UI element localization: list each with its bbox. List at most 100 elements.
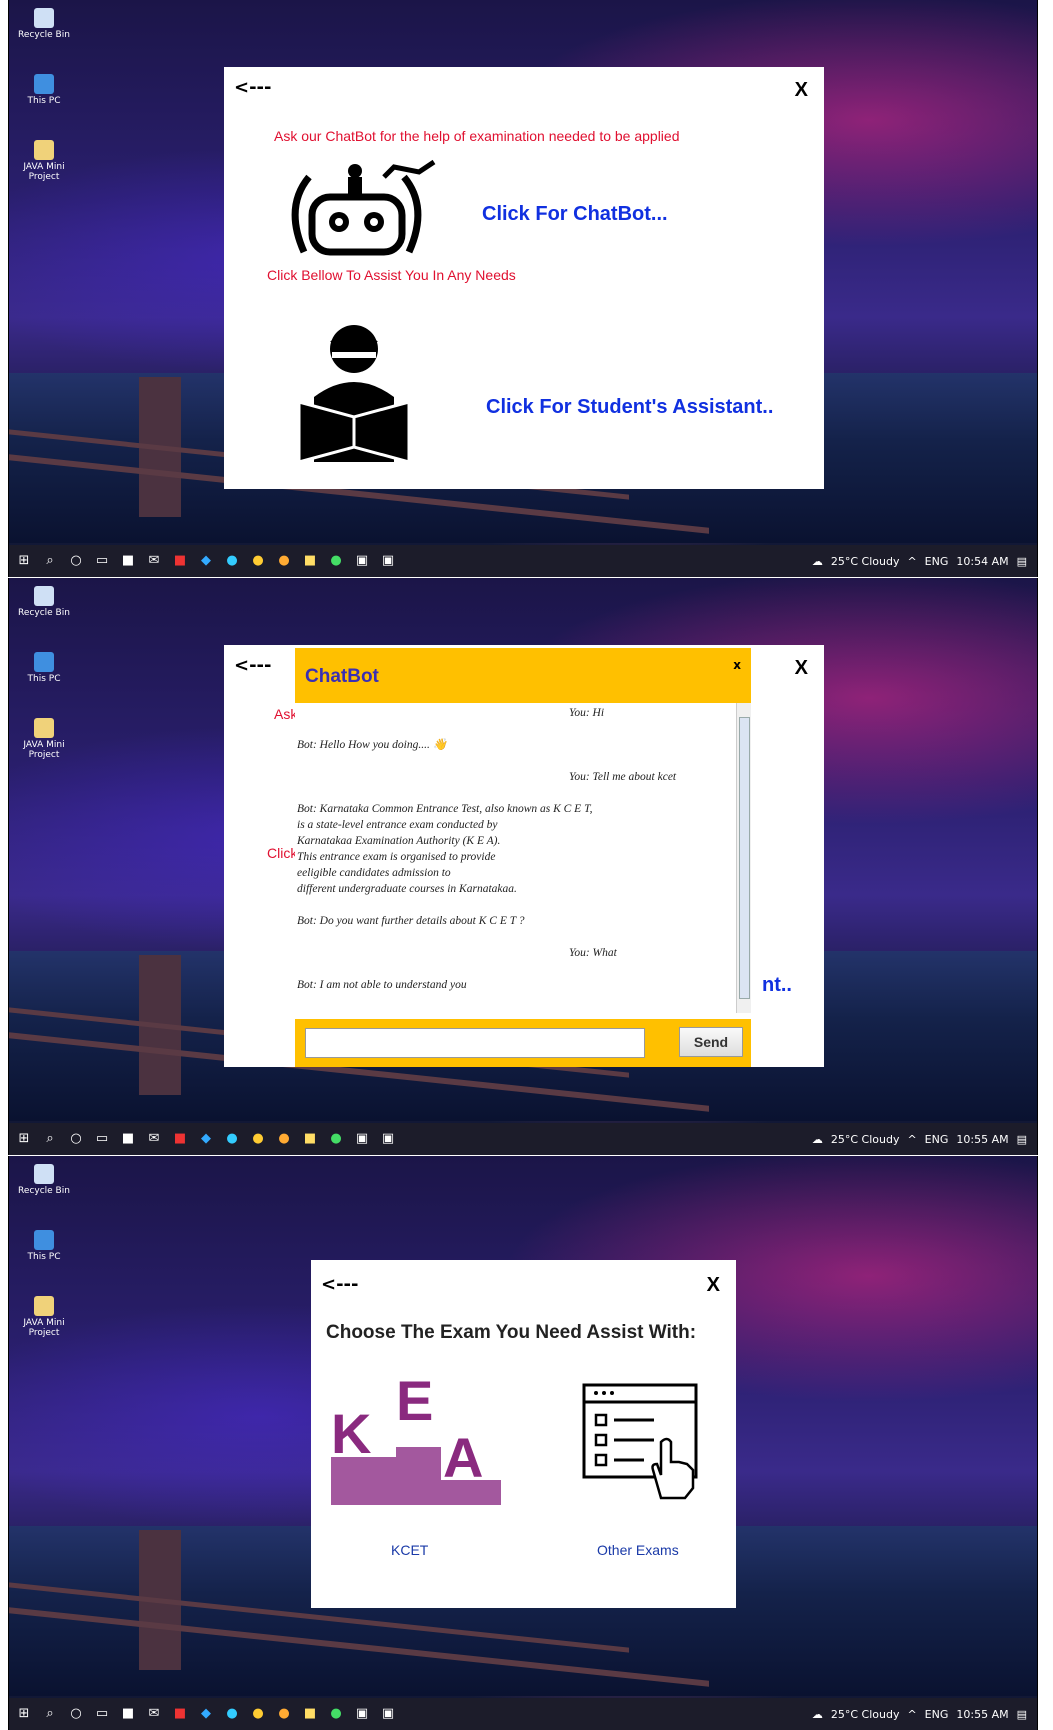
desktop-screen-2: Recycle Bin This PC JAVA Mini Project <-… [8,578,1038,1155]
whatsapp-icon[interactable]: ● [329,554,343,568]
back-button[interactable]: <--- [321,1274,359,1295]
chrome-icon[interactable]: ● [251,1707,265,1721]
chrome-icon[interactable]: ● [251,1132,265,1146]
vscode-icon[interactable]: ◆ [199,1707,213,1721]
store-icon[interactable]: ■ [121,1707,135,1721]
close-button[interactable]: X [707,1274,720,1297]
edge-icon[interactable]: ● [225,1132,239,1146]
vscode-icon[interactable]: ◆ [199,554,213,568]
chevron-up-icon[interactable]: ^ [907,555,916,568]
chat-input[interactable] [305,1028,645,1058]
search-icon[interactable]: ⌕ [43,1707,57,1721]
close-button[interactable]: X [795,657,808,680]
chevron-up-icon[interactable]: ^ [907,1708,916,1721]
search-icon[interactable]: ⌕ [43,554,57,568]
robot-icon[interactable] [284,157,444,257]
student-reading-icon[interactable] [294,317,414,467]
windows-start-icon[interactable]: ⊞ [17,1707,31,1721]
store-icon[interactable]: ■ [121,554,135,568]
close-button[interactable]: X [795,79,808,102]
back-button[interactable]: <--- [234,77,272,98]
taskbar: ⊞ ⌕ ○ ▭ ■ ✉ ■ ◆ ● ● ● ■ ● ▣ ▣ ☁ 25°C Clo… [9,1698,1037,1730]
cortana-icon[interactable]: ○ [69,1132,83,1146]
checklist-touch-icon[interactable] [579,1380,704,1505]
notification-icon[interactable]: ▤ [1017,1708,1027,1721]
task-view-icon[interactable]: ▭ [95,554,109,568]
office-icon[interactable]: ■ [173,1132,187,1146]
whatsapp-icon[interactable]: ● [329,1707,343,1721]
folder-icon[interactable]: ■ [303,1707,317,1721]
send-button[interactable]: Send [679,1027,743,1057]
windows-start-icon[interactable]: ⊞ [17,554,31,568]
chrome-icon[interactable]: ● [251,554,265,568]
chatbot-window: ChatBot x You: Hi Bot: Hello How you doi… [295,648,751,1067]
task-view-icon[interactable]: ▭ [95,1132,109,1146]
app-icon[interactable]: ● [277,554,291,568]
student-assistant-link[interactable]: Click For Student's Assistant.. [486,396,773,419]
app-icon[interactable]: ▣ [355,1707,369,1721]
desktop-icon-this-pc[interactable]: This PC [13,74,75,106]
chevron-up-icon[interactable]: ^ [907,1133,916,1146]
exam-chooser-title: Choose The Exam You Need Assist With: [326,1322,697,1343]
weather-icon[interactable]: ☁ [812,555,823,568]
weather-text[interactable]: 25°C Cloudy [831,1133,900,1146]
weather-text[interactable]: 25°C Cloudy [831,555,900,568]
student-assistant-link-partial[interactable]: nt.. [762,974,792,997]
taskbar-apps: ⊞ ⌕ ○ ▭ ■ ✉ ■ ◆ ● ● ● ■ ● ▣ ▣ [17,1707,395,1721]
app-icon[interactable]: ▣ [381,1707,395,1721]
notification-icon[interactable]: ▤ [1017,555,1027,568]
edge-icon[interactable]: ● [225,554,239,568]
clock[interactable]: 10:54 AM [956,555,1008,568]
computer-icon [34,652,54,672]
desktop-icon-recycle-bin[interactable]: Recycle Bin [13,8,75,40]
store-icon[interactable]: ■ [121,1132,135,1146]
chatbot-close-button[interactable]: x [733,658,741,672]
cortana-icon[interactable]: ○ [69,554,83,568]
cortana-icon[interactable]: ○ [69,1707,83,1721]
mail-icon[interactable]: ✉ [147,554,161,568]
scrollbar-thumb[interactable] [739,717,750,999]
desktop-screen-1: Recycle Bin This PC JAVA Mini Project <-… [8,0,1038,577]
mail-icon[interactable]: ✉ [147,1132,161,1146]
weather-icon[interactable]: ☁ [812,1708,823,1721]
kcet-option[interactable]: KCET [391,1542,428,1558]
desktop-icon-java-project[interactable]: JAVA Mini Project [13,140,75,182]
weather-text[interactable]: 25°C Cloudy [831,1708,900,1721]
app-icon[interactable]: ● [277,1707,291,1721]
whatsapp-icon[interactable]: ● [329,1132,343,1146]
desktop-icon-this-pc[interactable]: This PC [13,1230,75,1262]
desktop-icon-this-pc[interactable]: This PC [13,652,75,684]
vscode-icon[interactable]: ◆ [199,1132,213,1146]
windows-start-icon[interactable]: ⊞ [17,1132,31,1146]
lang-indicator[interactable]: ENG [925,555,949,568]
chat-scrollbar[interactable] [736,703,751,1013]
lang-indicator[interactable]: ENG [925,1133,949,1146]
folder-icon[interactable]: ■ [303,554,317,568]
weather-icon[interactable]: ☁ [812,1133,823,1146]
system-tray: ☁ 25°C Cloudy ^ ENG 10:55 AM ▤ [812,1133,1027,1146]
other-exams-option[interactable]: Other Exams [597,1542,679,1558]
task-view-icon[interactable]: ▭ [95,1707,109,1721]
office-icon[interactable]: ■ [173,1707,187,1721]
kea-logo[interactable]: K E A [331,1365,501,1505]
clock[interactable]: 10:55 AM [956,1708,1008,1721]
desktop-icon-java-project[interactable]: JAVA Mini Project [13,1296,75,1338]
app-icon[interactable]: ▣ [381,1132,395,1146]
clock[interactable]: 10:55 AM [956,1133,1008,1146]
folder-icon[interactable]: ■ [303,1132,317,1146]
office-icon[interactable]: ■ [173,554,187,568]
notification-icon[interactable]: ▤ [1017,1133,1027,1146]
app-icon[interactable]: ▣ [355,554,369,568]
desktop-icon-java-project[interactable]: JAVA Mini Project [13,718,75,760]
edge-icon[interactable]: ● [225,1707,239,1721]
desktop-icon-recycle-bin[interactable]: Recycle Bin [13,586,75,618]
back-button[interactable]: <--- [234,655,272,676]
lang-indicator[interactable]: ENG [925,1708,949,1721]
desktop-icon-recycle-bin[interactable]: Recycle Bin [13,1164,75,1196]
chatbot-link[interactable]: Click For ChatBot... [482,203,668,226]
app-icon[interactable]: ▣ [381,554,395,568]
app-icon[interactable]: ▣ [355,1132,369,1146]
mail-icon[interactable]: ✉ [147,1707,161,1721]
search-icon[interactable]: ⌕ [43,1132,57,1146]
app-icon[interactable]: ● [277,1132,291,1146]
